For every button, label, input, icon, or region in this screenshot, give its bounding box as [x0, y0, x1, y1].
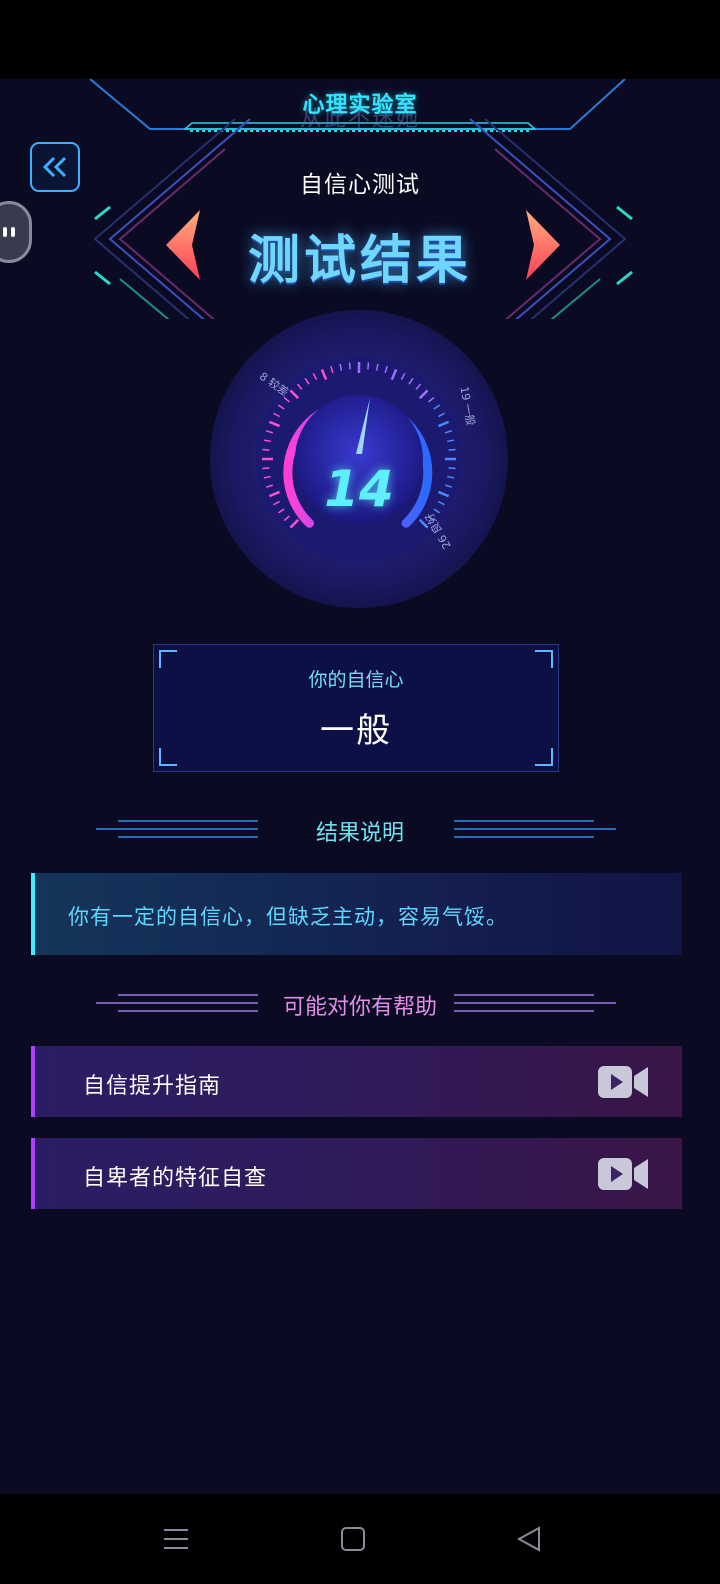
menu-button[interactable] [151, 1514, 201, 1564]
help-item-self-check[interactable]: 自卑者的特征自查 [31, 1138, 682, 1209]
back-nav-button[interactable] [504, 1514, 554, 1564]
help-item-label: 自卑者的特征自查 [83, 1166, 268, 1191]
video-camera-icon[interactable] [598, 1064, 648, 1100]
video-camera-icon[interactable] [598, 1156, 648, 1192]
explanation-card: 你有一定的自信心，但缺乏主动，容易气馁。 [31, 873, 682, 955]
score-value: 14 [324, 460, 394, 518]
gauge-tick [262, 448, 270, 451]
system-nav-bar [0, 1494, 720, 1584]
lab-title: 心理实验室 [302, 93, 418, 118]
score-gauge: 14 8 较差 19 一般 26 良好 [208, 308, 510, 610]
home-square-icon [341, 1527, 365, 1551]
gauge-tick [367, 362, 370, 370]
gauge-tick [448, 448, 456, 451]
level-label: 你的自信心 [308, 669, 404, 691]
help-item-label: 自信提升指南 [83, 1074, 222, 1099]
level-value: 一般 [320, 711, 392, 751]
gauge-tick [348, 362, 351, 370]
test-name: 自信心测试 [300, 172, 420, 198]
section-divider-right [454, 994, 618, 1014]
arrow-right-icon[interactable] [524, 208, 564, 282]
home-button[interactable] [328, 1514, 378, 1564]
result-title: 测试结果 [247, 231, 472, 291]
level-result-box: 你的自信心 一般 [153, 644, 559, 772]
help-item-confidence-guide[interactable]: 自信提升指南 [31, 1046, 682, 1117]
status-bar [0, 0, 720, 79]
section-divider-right [454, 820, 618, 840]
menu-icon [164, 1529, 188, 1549]
explanation-text: 你有一定的自信心，但缺乏主动，容易气馁。 [68, 905, 508, 929]
back-triangle-icon [516, 1526, 540, 1552]
